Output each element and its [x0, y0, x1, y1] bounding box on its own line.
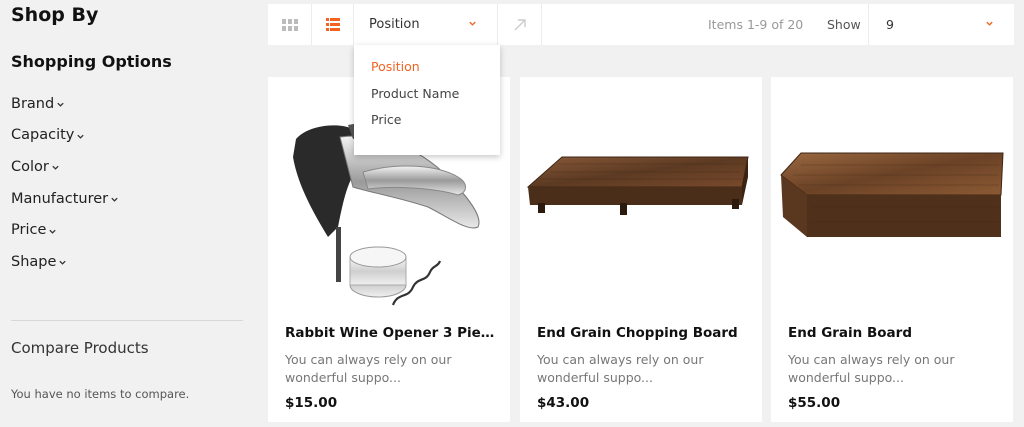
product-image-chopping-board[interactable] — [520, 77, 762, 309]
filter-label: Color — [11, 158, 49, 175]
product-description: You can always rely on our wonderful sup… — [285, 352, 452, 385]
limiter-value: 9 — [886, 17, 894, 32]
sort-direction-button[interactable] — [498, 4, 542, 45]
sort-selected-value: Position — [369, 17, 420, 32]
chevron-down-icon — [49, 229, 57, 234]
chevron-down-icon — [111, 197, 118, 202]
list-view-icon — [325, 18, 340, 31]
limiter-select[interactable]: 9 — [868, 4, 1014, 45]
product-name[interactable]: End Grain Chopping Board — [537, 325, 749, 341]
filter-label: Manufacturer — [11, 190, 109, 207]
sidebar-divider — [11, 320, 243, 321]
arrow-up-right-icon — [514, 18, 526, 30]
sort-dropdown-menu: Position Product Name Price — [354, 45, 500, 155]
chevron-down-icon — [77, 134, 85, 139]
products-toolbar: Position Items 1-9 of 20 Show 9 — [268, 4, 1014, 45]
show-label: Show — [827, 17, 861, 32]
product-name[interactable]: End Grain Board — [788, 325, 1000, 341]
shop-by-title: Shop By — [11, 4, 99, 26]
product-price: $43.00 — [537, 395, 590, 411]
product-card[interactable]: End Grain Chopping Board You can always … — [520, 77, 762, 422]
filter-brand[interactable]: Brand — [11, 88, 119, 120]
filter-manufacturer[interactable]: Manufacturer — [11, 183, 119, 215]
filter-price[interactable]: Price — [11, 214, 119, 246]
filter-list: Brand Capacity Color Manufacturer Price … — [11, 88, 119, 278]
product-description: You can always rely on our wonderful sup… — [537, 352, 704, 385]
sidebar: Shop By Shopping Options Brand Capacity … — [0, 0, 255, 427]
sort-option-product-name[interactable]: Product Name — [354, 86, 500, 113]
filter-label: Capacity — [11, 127, 75, 144]
list-view-button[interactable] — [312, 4, 354, 45]
product-description: You can always rely on our wonderful sup… — [788, 352, 955, 385]
compare-products-title: Compare Products — [11, 339, 149, 357]
sort-option-position[interactable]: Position — [354, 59, 500, 86]
chevron-down-icon — [57, 103, 64, 108]
filter-capacity[interactable]: Capacity — [11, 120, 119, 152]
chevron-down-icon — [59, 260, 67, 266]
filter-color[interactable]: Color — [11, 151, 119, 183]
filter-label: Shape — [11, 253, 57, 270]
grid-view-button[interactable] — [268, 4, 312, 45]
chevron-down-icon — [469, 21, 476, 26]
product-card[interactable]: End Grain Board You can always rely on o… — [771, 77, 1013, 422]
filter-label: Price — [11, 222, 47, 239]
shopping-options-heading: Shopping Options — [11, 52, 172, 71]
filter-shape[interactable]: Shape — [11, 246, 119, 278]
sort-by-select[interactable]: Position — [354, 4, 498, 45]
product-price: $15.00 — [285, 395, 338, 411]
chevron-down-icon — [986, 21, 993, 26]
product-name[interactable]: Rabbit Wine Opener 3 Piece Set — [285, 325, 497, 341]
product-image-end-grain-board[interactable] — [771, 77, 1013, 309]
items-count: Items 1-9 of 20 — [708, 17, 804, 32]
product-price: $55.00 — [788, 395, 841, 411]
chevron-down-icon — [52, 166, 59, 171]
filter-label: Brand — [11, 95, 55, 112]
sort-option-price[interactable]: Price — [354, 112, 500, 139]
compare-empty-message: You have no items to compare. — [11, 387, 190, 401]
grid-view-icon — [281, 18, 298, 31]
